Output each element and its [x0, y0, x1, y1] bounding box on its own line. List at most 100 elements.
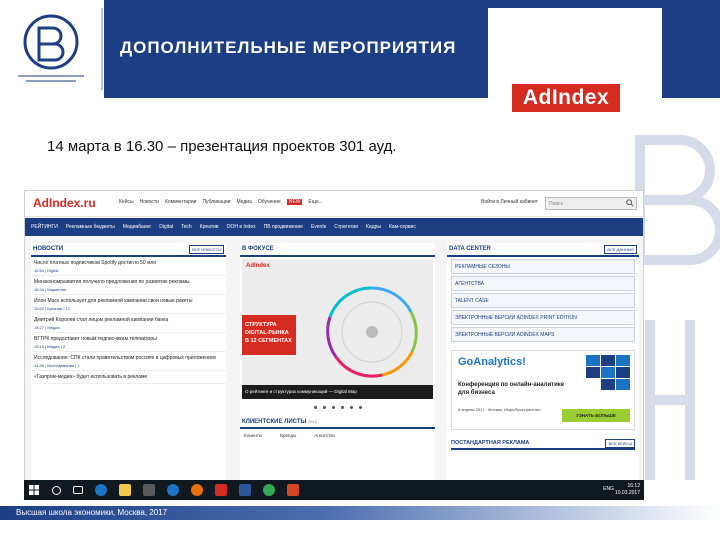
learn-more-button[interactable]: УЗНАТЬ БОЛЬШЕ [562, 409, 630, 422]
mainnav-item[interactable]: Digital [159, 224, 173, 230]
slide-header: ДОПОЛНИТЕЛЬНЫЕ МЕРОПРИЯТИЯ AdIndex [0, 0, 720, 120]
carousel-dots[interactable] [240, 401, 435, 413]
news-title: НОВОСТИ [33, 246, 64, 252]
news-headline[interactable]: Минэкономразвития получило предложения п… [34, 279, 223, 286]
search-taskbar-icon[interactable] [52, 485, 61, 495]
focus-title: В ФОКУСЕ [242, 246, 274, 252]
topnav-item[interactable]: Комментарии [165, 199, 197, 205]
site-top-nav: Кейсы Новости Комментарии Публикации Мед… [119, 199, 323, 205]
clients-tab-clients[interactable]: Клиенты [244, 433, 262, 438]
news-item[interactable]: ВГТРК предоставит новым подписчикам теле… [31, 333, 226, 352]
store-icon[interactable] [143, 484, 155, 496]
windows-taskbar: ENG 16:12 10.03.2017 [24, 480, 644, 500]
site-logo[interactable]: AdIndex.ru [33, 196, 96, 210]
carousel-dot[interactable] [322, 405, 326, 409]
carousel-dot[interactable] [331, 405, 335, 409]
all-cases-button[interactable]: ВСЕ КЕЙСЫ [605, 439, 635, 448]
data-center-item[interactable]: ЭЛЕКТРОННЫЕ ВЕРСИИ ADINDEX MAPS [451, 327, 635, 342]
carousel-dot[interactable] [358, 405, 362, 409]
news-meta: 15:27 | Медиа [34, 325, 60, 330]
news-headline[interactable]: Дмитрий Королев стал лицом рекламной кам… [34, 317, 223, 324]
news-item[interactable]: Число платных подписчиков Spotify достиг… [31, 257, 226, 276]
news-meta: 16:54 | Digital [34, 268, 59, 273]
news-item[interactable]: Илон Маск использует для рекламной кампа… [31, 295, 226, 314]
data-center-item[interactable]: ЭЛЕКТРОННЫЕ ВЕРСИИ ADINDEX PRINT EDITION [451, 310, 635, 325]
carousel-dot[interactable] [340, 405, 344, 409]
chrome-icon[interactable] [263, 484, 275, 496]
news-item[interactable]: Исследование: СПК стали правительством р… [31, 352, 226, 371]
news-meta: 15:52 | Креатив | 12 [34, 306, 71, 311]
powerpoint-icon[interactable] [287, 484, 299, 496]
mainnav-item[interactable]: Tech [181, 224, 192, 230]
mainnav-item[interactable]: Рекламные бюджеты [66, 224, 115, 230]
data-center-item[interactable]: АГЕНТСТВА [451, 276, 635, 291]
news-meta: 14:46 | Исследования | 1 [34, 363, 80, 368]
goanalytics-banner[interactable]: GoAnalytics! Конференция по онлайн-анали… [451, 350, 635, 430]
news-headline[interactable]: Илон Маск использует для рекламной кампа… [34, 298, 223, 305]
news-item[interactable]: Минэкономразвития получило предложения п… [31, 276, 226, 295]
all-news-button[interactable]: ВСЕ НОВОСТИ [189, 245, 224, 254]
mainnav-item[interactable]: Креатив [200, 224, 219, 230]
topnav-item[interactable]: Кейсы [119, 199, 134, 205]
file-explorer-icon[interactable] [119, 484, 131, 496]
news-header: НОВОСТИ ВСЕ НОВОСТИ [31, 243, 226, 257]
topnav-item[interactable]: Публикации [202, 199, 230, 205]
language-indicator[interactable]: ENG [603, 486, 614, 492]
news-headline[interactable]: ВГТРК предоставит новым подписчикам теле… [34, 336, 223, 343]
topnav-item[interactable]: Новости [140, 199, 159, 205]
search-input[interactable]: Поиск [545, 197, 637, 210]
mainnav-item[interactable]: ПВ продвижение [264, 224, 303, 230]
word-icon[interactable] [239, 484, 251, 496]
topnav-item[interactable]: Обучение [258, 199, 281, 205]
mainnav-item[interactable]: Events [311, 224, 326, 230]
banner-caption: О рейтинге и структурах коммуникаций — D… [242, 385, 433, 399]
data-center-item[interactable]: РЕКЛАМНЫЕ СЕЗОНЫ [451, 259, 635, 274]
topnav-item[interactable]: Еще... [308, 199, 322, 205]
clients-tab-agency[interactable]: Агентство [314, 433, 335, 438]
topnav-item[interactable]: Медиа [236, 199, 251, 205]
carousel-dot[interactable] [313, 405, 317, 409]
site-topbar: AdIndex.ru Кейсы Новости Комментарии Пуб… [25, 191, 643, 217]
windows-start-icon[interactable] [28, 484, 40, 496]
system-clock[interactable]: 16:12 10.03.2017 [615, 483, 640, 497]
all-data-button[interactable]: ВСЕ ДАННЫЕ [604, 245, 637, 254]
focus-column: В ФОКУСЕ AdIndex СТРУКТУРА DIGITAL-РЫНКА… [240, 243, 435, 499]
mainnav-item[interactable]: РЕЙТИНГИ [31, 224, 58, 230]
digital-map-graphic [326, 286, 418, 378]
news-headline[interactable]: Исследование: СПК стали правительством р… [34, 355, 223, 362]
news-column: НОВОСТИ ВСЕ НОВОСТИ Число платных подпис… [31, 243, 226, 499]
banner-logo: AdIndex [246, 263, 270, 269]
mainnav-item[interactable]: Кам-сервис [389, 224, 416, 230]
task-view-icon[interactable] [73, 486, 83, 494]
news-meta: 16:34 | Маркетинг [34, 287, 67, 292]
header-divider [101, 8, 103, 90]
edge-browser-icon[interactable] [95, 484, 107, 496]
nonstandard-ads-title: ПОСТАНДАРТНАЯ РЕКЛАМА [451, 440, 530, 446]
partner-logo-box: AdIndex [488, 8, 662, 120]
news-item[interactable]: Дмитрий Королев стал лицом рекламной кам… [31, 314, 226, 333]
mainnav-item[interactable]: Кадры [366, 224, 381, 230]
nonstandard-ads-header: ПОСТАНДАРТНАЯ РЕКЛАМА ВСЕ КЕЙСЫ [451, 438, 635, 450]
new-badge: NEW [286, 199, 303, 205]
news-headline[interactable]: Число платных подписчиков Spotify достиг… [34, 260, 223, 267]
mainnav-item[interactable]: Медиабаинг [123, 224, 151, 230]
news-item[interactable]: «Газпром-медиа» будет использовать в рек… [31, 371, 226, 384]
clients-tab-brands[interactable]: Бренды [280, 433, 296, 438]
analytics-squares-icon [586, 355, 630, 390]
search-placeholder: Поиск [549, 201, 563, 207]
hp-app-icon[interactable] [167, 484, 179, 496]
site-main-nav: РЕЙТИНГИ Рекламные бюджеты Медиабаинг Di… [25, 218, 643, 236]
search-icon[interactable] [626, 199, 634, 207]
mainnav-item[interactable]: ООН в Index [227, 224, 256, 230]
clock-date: 10.03.2017 [614, 490, 640, 496]
login-link[interactable]: Войти в Личный кабинет [481, 199, 538, 205]
carousel-dot[interactable] [349, 405, 353, 409]
news-headline[interactable]: «Газпром-медиа» будет использовать в рек… [34, 374, 223, 381]
data-center-header: DATA CENTER ВСЕ ДАННЫЕ [447, 243, 639, 257]
focus-banner[interactable]: AdIndex СТРУКТУРА DIGITAL-РЫНКА В 12 СЕГ… [242, 259, 433, 399]
pdf-reader-icon[interactable] [215, 484, 227, 496]
firefox-icon[interactable] [191, 484, 203, 496]
mainnav-item[interactable]: Стратегии [334, 224, 358, 230]
data-center-item[interactable]: TALENT CASE [451, 293, 635, 308]
footer-text: Высшая школа экономики, Москва, 2017 [16, 508, 168, 517]
